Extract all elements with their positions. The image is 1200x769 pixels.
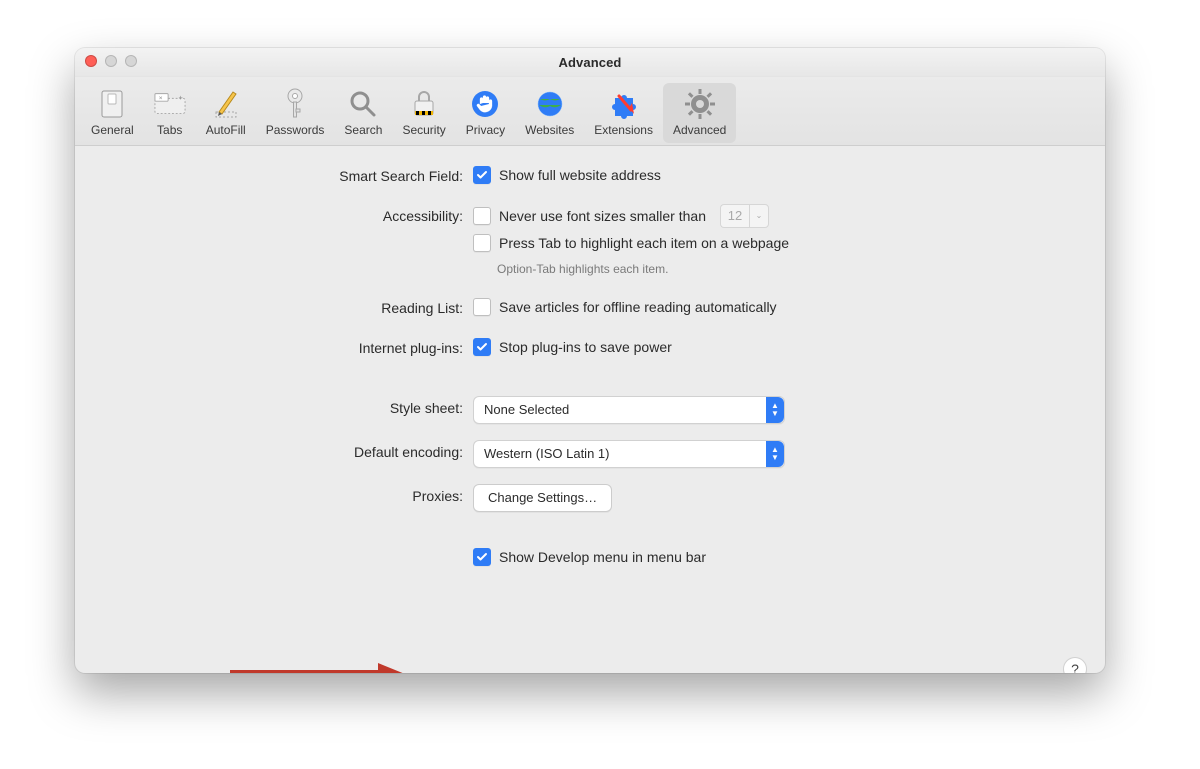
chevron-up-down-icon: ▲▼ <box>766 441 784 467</box>
search-icon <box>347 87 379 121</box>
tab-extensions[interactable]: Extensions <box>584 83 663 143</box>
show-full-address-label: Show full website address <box>499 164 661 186</box>
show-develop-label: Show Develop menu in menu bar <box>499 546 706 568</box>
min-font-checkbox[interactable] <box>473 207 491 225</box>
lock-icon <box>408 87 440 121</box>
min-font-stepper: 12 ⌄ <box>720 204 769 228</box>
gear-icon <box>684 87 716 121</box>
help-button[interactable]: ? <box>1063 657 1087 673</box>
show-full-address-checkbox[interactable] <box>473 166 491 184</box>
help-label: ? <box>1071 661 1079 673</box>
accessibility-label: Accessibility: <box>87 204 473 228</box>
option-tab-hint: Option-Tab highlights each item. <box>473 258 668 280</box>
tab-privacy[interactable]: Privacy <box>456 83 515 143</box>
chevron-up-down-icon: ▲▼ <box>766 397 784 423</box>
tab-label: Search <box>344 123 382 137</box>
tab-label: Privacy <box>466 123 505 137</box>
press-tab-checkbox[interactable] <box>473 234 491 252</box>
switch-icon <box>96 87 128 121</box>
tab-label: Passwords <box>266 123 325 137</box>
tab-label: Tabs <box>157 123 182 137</box>
tab-label: General <box>91 123 134 137</box>
change-settings-button[interactable]: Change Settings… <box>473 484 612 512</box>
hand-icon <box>469 87 501 121</box>
tab-label: Security <box>402 123 445 137</box>
key-icon <box>279 87 311 121</box>
style-sheet-label: Style sheet: <box>87 396 473 420</box>
encoding-select[interactable]: Western (ISO Latin 1) ▲▼ <box>473 440 785 468</box>
window-minimize-icon <box>105 55 117 67</box>
proxies-label: Proxies: <box>87 484 473 508</box>
globe-icon <box>534 87 566 121</box>
tab-label: Websites <box>525 123 574 137</box>
reading-list-label: Reading List: <box>87 296 473 320</box>
tab-label: Advanced <box>673 123 726 137</box>
chevron-up-down-icon: ⌄ <box>749 204 769 228</box>
show-develop-checkbox[interactable] <box>473 548 491 566</box>
smart-search-label: Smart Search Field: <box>87 164 473 188</box>
annotation-arrow-icon <box>230 661 405 673</box>
preferences-toolbar: General × + Tabs Au <box>75 77 1105 146</box>
tab-websites[interactable]: Websites <box>515 83 584 143</box>
style-sheet-select[interactable]: None Selected ▲▼ <box>473 396 785 424</box>
save-offline-label: Save articles for offline reading automa… <box>499 296 777 318</box>
encoding-value: Western (ISO Latin 1) <box>474 443 766 465</box>
stop-plugins-label: Stop plug-ins to save power <box>499 336 672 358</box>
window-close-icon[interactable] <box>85 55 97 67</box>
tab-passwords[interactable]: Passwords <box>256 83 335 143</box>
tabs-icon: × + <box>154 87 186 121</box>
change-settings-label: Change Settings… <box>488 487 597 509</box>
pencil-icon <box>210 87 242 121</box>
min-font-value: 12 <box>720 204 749 228</box>
puzzle-icon <box>608 87 640 121</box>
titlebar: Advanced <box>75 48 1105 77</box>
press-tab-label: Press Tab to highlight each item on a we… <box>499 232 789 254</box>
window-controls <box>85 55 137 67</box>
stop-plugins-checkbox[interactable] <box>473 338 491 356</box>
preferences-window: Advanced General × + Tabs <box>75 48 1105 673</box>
tab-search[interactable]: Search <box>334 83 392 143</box>
tab-security[interactable]: Security <box>392 83 455 143</box>
plugins-label: Internet plug-ins: <box>87 336 473 360</box>
window-zoom-icon <box>125 55 137 67</box>
tab-label: Extensions <box>594 123 653 137</box>
encoding-label: Default encoding: <box>87 440 473 464</box>
style-sheet-value: None Selected <box>474 399 766 421</box>
window-title: Advanced <box>559 55 622 70</box>
tab-autofill[interactable]: AutoFill <box>196 83 256 143</box>
svg-text:+: + <box>178 93 183 102</box>
tab-general[interactable]: General <box>81 83 144 143</box>
advanced-pane: Smart Search Field: Show full website ad… <box>75 146 1105 673</box>
min-font-label: Never use font sizes smaller than <box>499 205 706 227</box>
tab-tabs[interactable]: × + Tabs <box>144 83 196 143</box>
tab-label: AutoFill <box>206 123 246 137</box>
svg-text:×: × <box>158 95 162 102</box>
tab-advanced[interactable]: Advanced <box>663 83 736 143</box>
save-offline-checkbox[interactable] <box>473 298 491 316</box>
